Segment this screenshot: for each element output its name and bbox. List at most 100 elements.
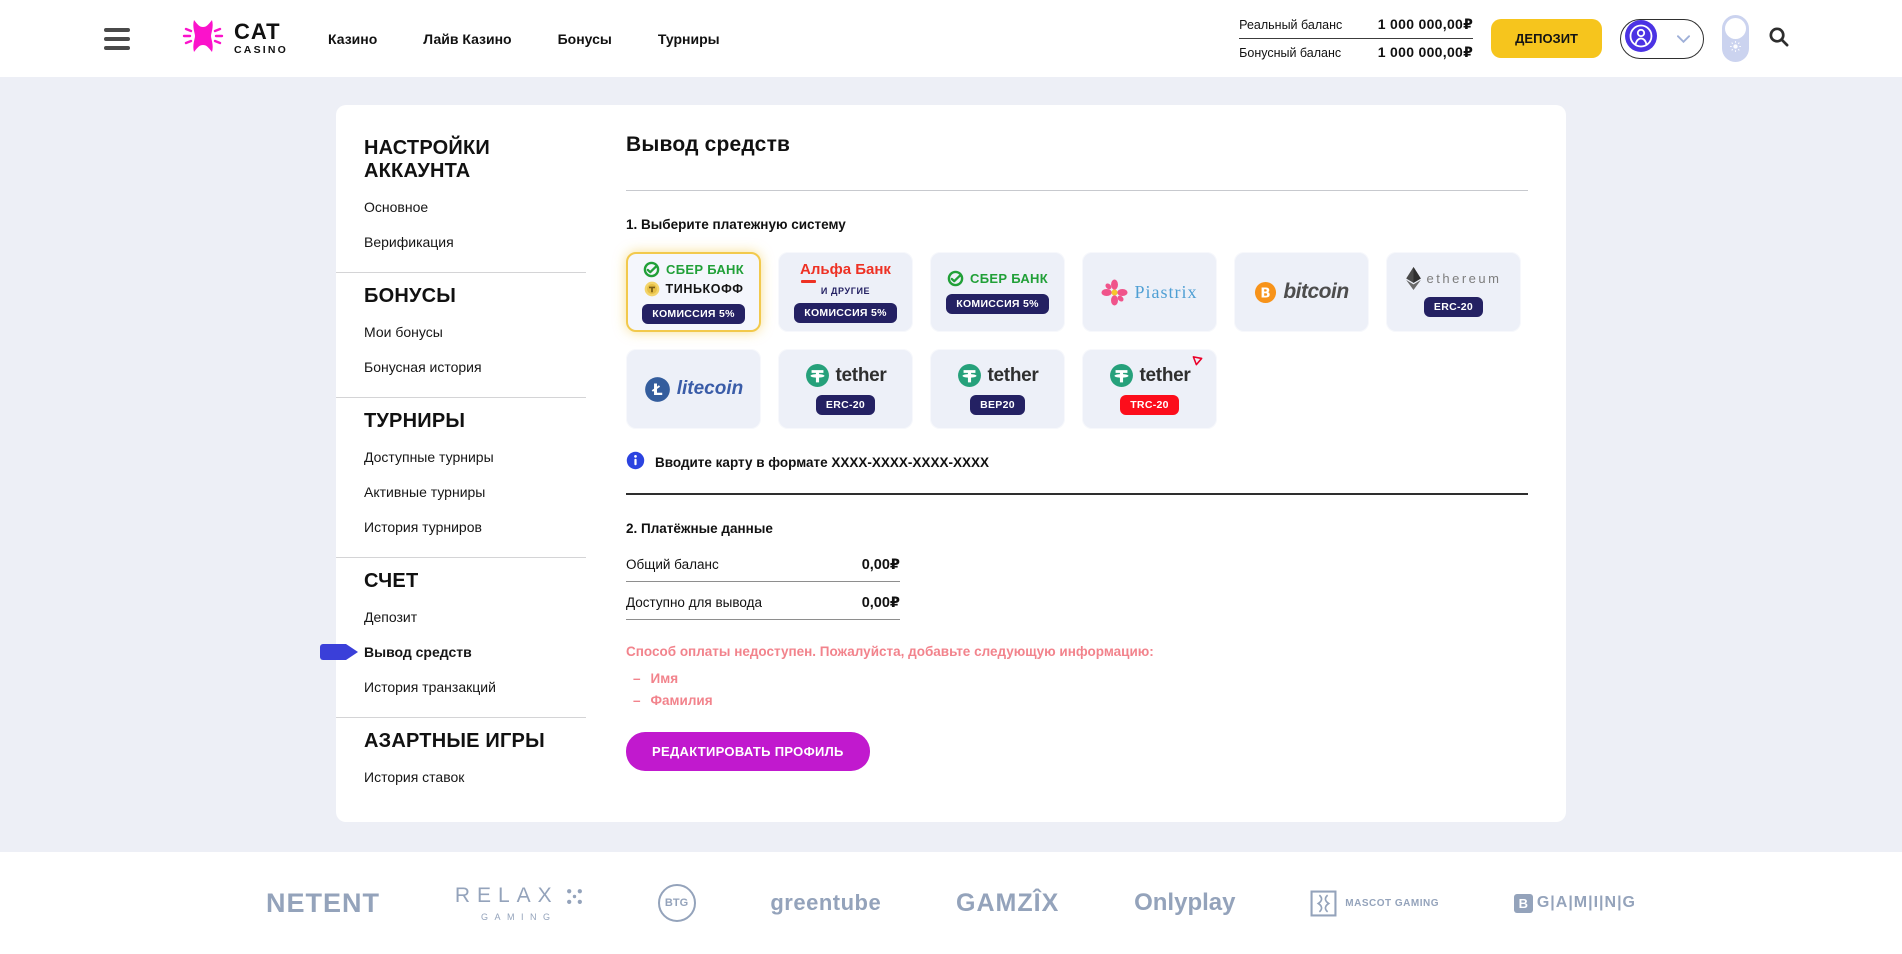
svg-text:Ł: Ł [651, 380, 662, 399]
payment-method-ethereum[interactable]: ethereumERC-20 [1386, 252, 1521, 332]
tether-icon [957, 363, 982, 388]
tron-icon [1192, 355, 1203, 366]
litecoin-icon: Ł [644, 376, 671, 403]
top-bar: CAT CASINO Казино Лайв Казино Бонусы Турнир… [0, 0, 1902, 77]
svg-text:B: B [1261, 286, 1271, 301]
sidebar-divider [336, 557, 586, 558]
hamburger-menu-button[interactable] [104, 28, 130, 50]
withdrawal-content: Вывод средств 1. Выберите платежную сист… [586, 105, 1566, 822]
logo-text-casino: CASINO [234, 45, 288, 56]
sidebar-item-transaction-history[interactable]: История транзакций [364, 673, 586, 701]
balance-label: Бонусный баланс [1239, 46, 1341, 60]
sidebar-section-gambling: АЗАРТНЫЕ ИГРЫ [364, 730, 559, 753]
balance-summary-label: Общий баланс [626, 557, 719, 572]
sidebar-divider [336, 272, 586, 273]
sidebar-section-account-settings: НАСТРОЙКИ АККАУНТА [364, 137, 559, 183]
balance-summary-value: 0,00₽ [862, 557, 900, 573]
balance-summary: Общий баланс 0,00₽ Доступно для вывода0,00… [626, 544, 900, 620]
payment-method-litecoin[interactable]: Łlitecoin [626, 349, 761, 429]
sun-icon [1729, 40, 1742, 58]
sber-icon [643, 261, 660, 278]
balance-label: Реальный баланс [1239, 18, 1342, 32]
account-sidebar: НАСТРОЙКИ АККАУНТА Основное Верификация БОН… [336, 105, 586, 822]
provider-logo-gamzix: GAMZÎX [956, 889, 1059, 918]
balance-row: Реальный баланс 1 000 000,00₽ [1239, 16, 1473, 39]
theme-toggle[interactable] [1722, 15, 1749, 62]
page-title: Вывод средств [626, 133, 1528, 157]
account-card: НАСТРОЙКИ АККАУНТА Основное Верификация БОН… [336, 105, 1566, 822]
step1-title: 1. Выберите платежную систему [626, 217, 1528, 232]
deposit-button[interactable]: ДЕПОЗИТ [1491, 19, 1602, 58]
mascot-ornament-icon [1310, 890, 1337, 917]
payment-method-tether-bep20[interactable]: tetherBEP20 [930, 349, 1065, 429]
logo-text-cat: CAT [234, 21, 288, 43]
sidebar-section-bonuses: БОНУСЫ [364, 285, 559, 308]
logo[interactable]: CAT CASINO [180, 16, 288, 61]
profile-menu[interactable] [1620, 19, 1704, 59]
commission-badge: BEP20 [970, 395, 1025, 415]
nav-tournaments[interactable]: Турниры [658, 31, 720, 47]
provider-logo-btg: BTG [658, 884, 696, 922]
sber-icon [947, 270, 964, 287]
payment-method-sber-tinkoff[interactable]: СБЕР БАНКТИНЬКОФФКОМИССИЯ 5% [626, 252, 761, 332]
sidebar-item-tournament-history[interactable]: История турниров [364, 513, 586, 541]
sidebar-item-withdrawal[interactable]: Вывод средств [364, 638, 586, 666]
info-text: Вводите карту в формате XXXX-XXXX-XXXX-X… [655, 455, 989, 470]
edit-profile-button[interactable]: РЕДАКТИРОВАТЬ ПРОФИЛЬ [626, 732, 870, 771]
payment-method-bitcoin[interactable]: Bbitcoin [1234, 252, 1369, 332]
nav-bonuses[interactable]: Бонусы [558, 31, 612, 47]
sidebar-item-bet-history[interactable]: История ставок [364, 763, 586, 791]
sidebar-item-my-bonuses[interactable]: Мои бонусы [364, 318, 586, 346]
chevron-down-icon [1677, 30, 1690, 48]
warning-missing-fields: –Имя –Фамилия [626, 671, 1528, 708]
toggle-knob [1725, 18, 1746, 39]
divider [626, 493, 1528, 495]
missing-field: –Фамилия [633, 693, 1528, 708]
nav-casino[interactable]: Казино [328, 31, 377, 47]
payment-method-sber-bank[interactable]: СБЕР БАНККОМИССИЯ 5% [930, 252, 1065, 332]
sidebar-item-deposit[interactable]: Депозит [364, 603, 586, 631]
info-icon [626, 451, 645, 473]
page-body: НАСТРОЙКИ АККАУНТА Основное Верификация БОН… [0, 77, 1902, 852]
avatar [1625, 20, 1657, 57]
active-item-arrow [319, 643, 359, 661]
sidebar-section-tournaments: ТУРНИРЫ [364, 410, 559, 433]
search-icon [1767, 25, 1790, 53]
payment-warning: Способ оплаты недоступен. Пожалуйста, до… [626, 644, 1528, 708]
tether-icon [1109, 363, 1134, 388]
payment-method-alfa-bank[interactable]: Альфа БанкИ ДРУГИЕКОМИССИЯ 5% [778, 252, 913, 332]
commission-badge: КОМИССИЯ 5% [794, 303, 897, 323]
divider [626, 190, 1528, 191]
step2-title: 2. Платёжные данные [626, 521, 1528, 536]
commission-badge: ERC-20 [1424, 297, 1483, 317]
providers-footer: NETENTRELAXGAMINGBTGgreentubeGAMZÎXOnlyp… [0, 852, 1902, 954]
nav-live-casino[interactable]: Лайв Казино [423, 31, 511, 47]
commission-badge: TRC-20 [1120, 395, 1179, 415]
missing-field: –Имя [633, 671, 1528, 686]
provider-logo-bgaming: BG|A|M|I|N|G [1514, 894, 1636, 913]
search-button[interactable] [1767, 25, 1790, 53]
payment-method-piastrix[interactable]: Piastrix [1082, 252, 1217, 332]
sidebar-item-main[interactable]: Основное [364, 193, 586, 221]
provider-logo-relax-gaming: RELAXGAMING [455, 884, 583, 922]
balance-value: 1 000 000,00₽ [1378, 16, 1473, 33]
sidebar-item-active-tournaments[interactable]: Активные турниры [364, 478, 586, 506]
bitcoin-icon: B [1254, 281, 1277, 304]
payment-method-tether-trc20[interactable]: tetherTRC-20 [1082, 349, 1217, 429]
payment-method-tether-erc20[interactable]: tetherERC-20 [778, 349, 913, 429]
sidebar-item-available-tournaments[interactable]: Доступные турниры [364, 443, 586, 471]
commission-badge: ERC-20 [816, 395, 875, 415]
sidebar-item-verification[interactable]: Верификация [364, 228, 586, 256]
tinkoff-icon [644, 281, 660, 297]
ethereum-icon [1406, 267, 1421, 290]
commission-badge: КОМИССИЯ 5% [946, 294, 1049, 314]
payment-methods-grid: СБЕР БАНКТИНЬКОФФКОМИССИЯ 5%Альфа БанкИ … [626, 252, 1528, 429]
balance-block: Реальный баланс1 000 000,00₽Бонусный бал… [1239, 16, 1473, 61]
sidebar-item-bonus-history[interactable]: Бонусная история [364, 353, 586, 381]
balance-value: 1 000 000,00₽ [1378, 44, 1473, 61]
balance-row: Бонусный баланс 1 000 000,00₽ [1239, 44, 1473, 61]
balance-summary-row: Доступно для вывода0,00₽ [626, 582, 900, 620]
balance-summary-row: Общий баланс 0,00₽ [626, 544, 900, 582]
provider-logo-netent: NETENT [266, 888, 380, 919]
balance-summary-label: Доступно для вывода [626, 595, 762, 610]
